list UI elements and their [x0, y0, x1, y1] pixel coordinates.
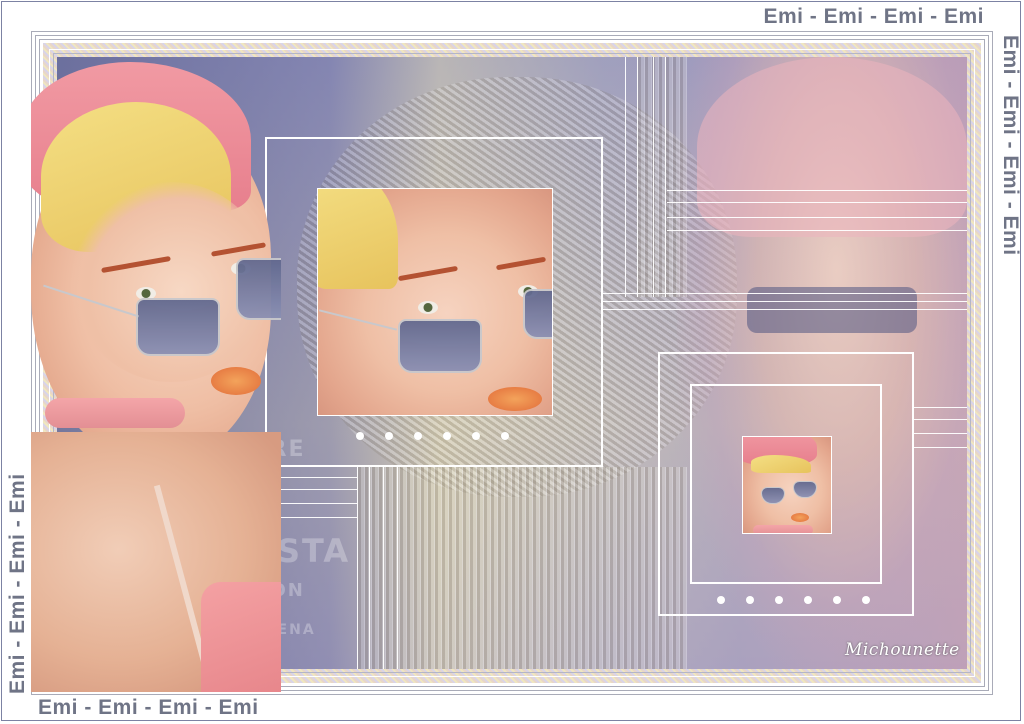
deco-line [602, 309, 967, 310]
faded-hat [697, 57, 967, 237]
watermark-top: Emi - Emi - Emi - Emi [763, 5, 984, 28]
deco-line [637, 57, 638, 297]
striped-texture [357, 467, 687, 669]
deco-line [912, 447, 967, 448]
deco-dot [717, 596, 725, 604]
deco-dot [746, 596, 754, 604]
pink-top [201, 582, 281, 692]
eye [418, 301, 438, 314]
deco-line [667, 190, 967, 191]
deco-dot [501, 432, 509, 440]
choker [753, 525, 813, 533]
deco-dot [804, 596, 812, 604]
watermark-left: Emi - Emi - Emi - Emi [6, 473, 29, 694]
deco-dot [775, 596, 783, 604]
watermark-right: Emi - Emi - Emi - Emi [999, 35, 1022, 256]
deco-dot [385, 432, 393, 440]
portrait-mini [742, 436, 832, 534]
deco-dot [472, 432, 480, 440]
deco-line [357, 467, 358, 669]
lips [211, 367, 261, 395]
deco-line [912, 433, 967, 434]
deco-dot [833, 596, 841, 604]
deco-line [667, 202, 967, 203]
deco-line [912, 419, 967, 420]
deco-line [667, 230, 967, 231]
signature: Michounette [845, 640, 960, 660]
deco-line [665, 57, 666, 297]
sunglasses-lens [398, 319, 482, 373]
sunglasses-lens [236, 258, 281, 320]
main-portrait [31, 62, 281, 692]
portrait-closeup [317, 188, 553, 416]
deco-dot [414, 432, 422, 440]
deco-line [653, 57, 654, 297]
deco-line [369, 467, 370, 669]
deco-line [602, 293, 967, 294]
hair [751, 455, 811, 473]
watermark-bottom: Emi - Emi - Emi - Emi [38, 696, 259, 719]
deco-line [383, 467, 384, 669]
deco-line [625, 57, 626, 297]
lips [488, 387, 542, 411]
artwork-page: Emi - Emi - Emi - Emi Emi - Emi - Emi - … [0, 0, 1024, 724]
deco-line [602, 301, 967, 302]
deco-dot [862, 596, 870, 604]
choker [45, 398, 185, 428]
hair [318, 189, 398, 289]
sunglasses-lens [523, 289, 552, 339]
sunglasses-lens [136, 298, 220, 356]
deco-dot [356, 432, 364, 440]
deco-dot [443, 432, 451, 440]
deco-line [667, 217, 967, 218]
deco-line [397, 467, 398, 669]
deco-line [912, 407, 967, 408]
lips [791, 513, 809, 522]
